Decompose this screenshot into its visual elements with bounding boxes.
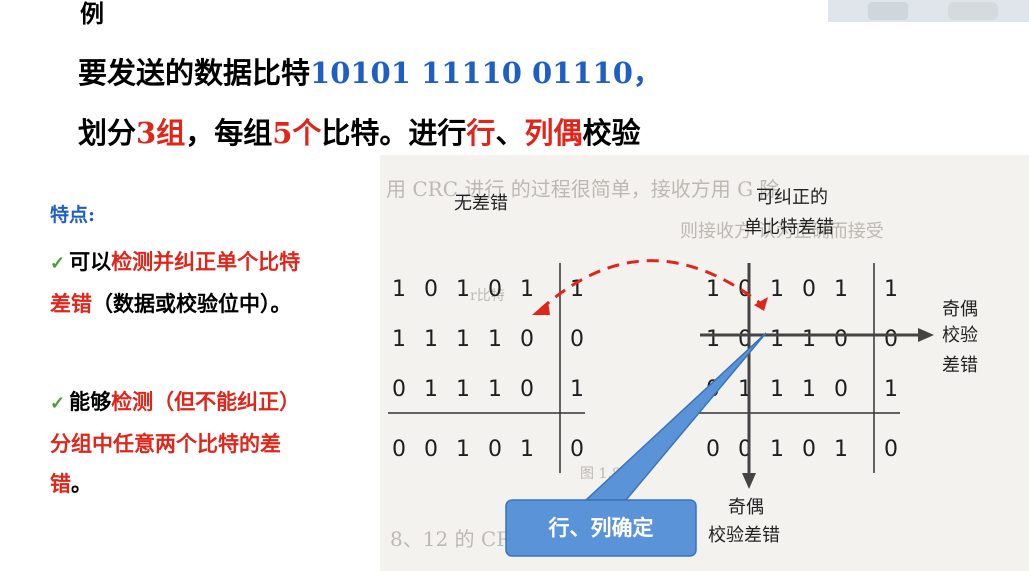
- heading-partial: 例: [80, 0, 104, 28]
- check-icon: ✓: [50, 393, 66, 414]
- feature-text: （数据或校验位中）。: [92, 291, 292, 316]
- features-title: 特点:: [50, 204, 96, 226]
- line2-part: ，每组: [185, 116, 273, 150]
- line2-bits-per-group: 5个: [272, 116, 322, 150]
- line2-part: 划分: [78, 116, 137, 150]
- line2-column-parity: 列偶: [524, 116, 583, 150]
- example-line-2: 划分3组，每组5个比特。进行行、列偶校验: [78, 110, 640, 152]
- line1-bits: 10101 11110 01110: [310, 56, 633, 90]
- line2-part: 比特。进行: [321, 116, 467, 150]
- figure-lines: [388, 259, 934, 557]
- line2-part: 、: [495, 116, 525, 150]
- corner-decoration: [828, 0, 1029, 22]
- line2-row: 行: [466, 116, 496, 150]
- feature-item-2: ✓ 能够检测（但不能纠正）分组中任意两个比特的差错。: [50, 382, 315, 504]
- parity-figure: 用 CRC 进行 的过程很简单，接收方用 G 除 则接收方 认为正确而接受 r比…: [380, 155, 1029, 571]
- callout-row-col: 行、列确定: [548, 515, 654, 540]
- feature-text: 。: [71, 471, 92, 496]
- feature-text: 可以: [69, 249, 112, 274]
- line1-suffix: ，: [632, 56, 662, 90]
- line1-prefix: 要发送的数据比特: [78, 56, 311, 90]
- feature-text: 能够: [69, 389, 112, 414]
- line2-groups: 3组: [136, 116, 186, 150]
- feature-item-1: ✓ 可以检测并纠正单个比特差错（数据或校验位中）。: [50, 242, 315, 324]
- example-line-1: 要发送的数据比特10101 11110 01110，: [78, 50, 662, 92]
- check-icon: ✓: [50, 253, 66, 274]
- line2-part: 校验: [582, 116, 641, 150]
